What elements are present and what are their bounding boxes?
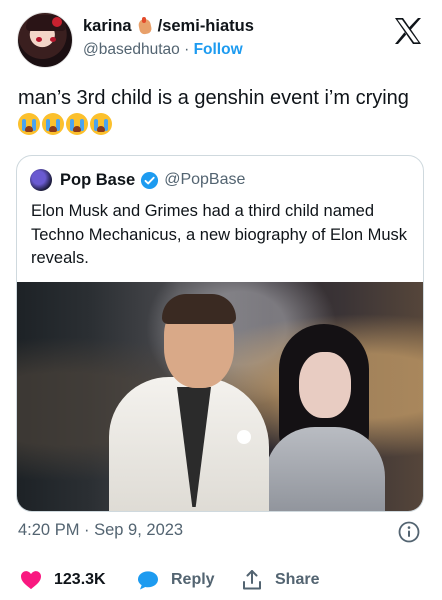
tweet-text: man’s 3rd child is a genshin event i’m c… bbox=[18, 84, 428, 140]
photo-man-hair bbox=[162, 294, 236, 324]
author-name[interactable]: karina /semi-hiatus bbox=[83, 15, 254, 37]
quoted-name: Pop Base bbox=[60, 170, 136, 189]
photo-woman-face bbox=[299, 352, 351, 418]
avatar-flower bbox=[52, 17, 62, 27]
avatar-eye-left bbox=[36, 37, 42, 42]
tweet-header: karina /semi-hiatus @basedhutao · Follow bbox=[0, 0, 442, 80]
x-logo-icon[interactable] bbox=[393, 17, 423, 45]
quoted-header: Pop Base @PopBase bbox=[30, 168, 245, 192]
photo-woman-dress bbox=[265, 427, 385, 511]
share-button[interactable]: Share bbox=[241, 569, 319, 591]
photo-boutonniere bbox=[237, 430, 251, 444]
loudly-crying-face-icon bbox=[42, 113, 64, 135]
crying-emoji-group bbox=[18, 113, 114, 137]
author-handle[interactable]: @basedhutao bbox=[83, 41, 180, 58]
reply-label: Reply bbox=[171, 571, 215, 588]
author-name-prefix: karina bbox=[83, 16, 132, 35]
quoted-handle: @PopBase bbox=[164, 171, 246, 188]
fire-hand-emoji-icon bbox=[136, 17, 154, 35]
action-bar: 123.3K Reply Share bbox=[0, 565, 442, 595]
verified-badge-icon bbox=[141, 171, 159, 189]
author-handle-row: @basedhutao · Follow bbox=[83, 41, 243, 59]
loudly-crying-face-icon bbox=[18, 113, 40, 135]
info-icon[interactable] bbox=[398, 521, 420, 543]
like-count: 123.3K bbox=[54, 571, 106, 588]
avatar-eye-right bbox=[50, 37, 56, 42]
reply-button[interactable]: Reply bbox=[137, 569, 215, 591]
upload-share-icon bbox=[243, 570, 261, 590]
loudly-crying-face-icon bbox=[66, 113, 88, 135]
quoted-avatar bbox=[30, 169, 52, 191]
quoted-photo[interactable] bbox=[17, 282, 423, 511]
like-button[interactable]: 123.3K bbox=[20, 569, 106, 591]
quoted-text: Elon Musk and Grimes had a third child n… bbox=[31, 202, 408, 267]
share-label: Share bbox=[275, 571, 320, 588]
quoted-tweet-card[interactable]: Pop Base @PopBase Elon Musk and Grimes h… bbox=[16, 155, 424, 512]
heart-icon bbox=[21, 571, 41, 590]
tweet-timestamp[interactable]: 4:20 PM · Sep 9, 2023 bbox=[18, 521, 183, 540]
handle-separator: · bbox=[184, 41, 190, 58]
speech-bubble-icon bbox=[138, 571, 158, 590]
loudly-crying-face-icon bbox=[90, 113, 112, 135]
follow-button[interactable]: Follow bbox=[194, 41, 243, 58]
author-avatar[interactable] bbox=[17, 12, 73, 68]
author-name-suffix: /semi-hiatus bbox=[157, 16, 254, 35]
tweet-body: man’s 3rd child is a genshin event i’m c… bbox=[18, 87, 409, 109]
